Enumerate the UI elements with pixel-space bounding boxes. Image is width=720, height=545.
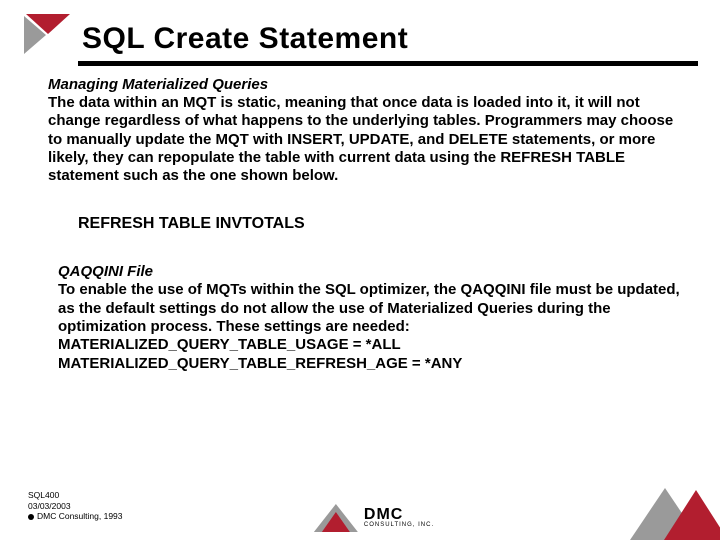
corner-bottom-right-icon [600, 470, 720, 540]
corner-logo-icon [18, 10, 78, 58]
slide-body: Managing Materialized Queries The data w… [0, 66, 720, 373]
logo-text-wrap: DMC CONSULTING, INC. [364, 506, 434, 528]
section2-heading: QAQQINI File [58, 263, 680, 280]
logo-sub: CONSULTING, INC. [364, 522, 434, 528]
section2: QAQQINI File To enable the use of MQTs w… [48, 263, 690, 372]
section1-paragraph: The data within an MQT is static, meanin… [48, 94, 690, 185]
page-title: SQL Create Statement [82, 22, 408, 58]
footer-copyright: DMC Consulting, 1993 [37, 511, 123, 522]
setting-line-2: MATERIALIZED_QUERY_TABLE_REFRESH_AGE = *… [58, 355, 680, 373]
code-statement: REFRESH TABLE INVTOTALS [78, 215, 690, 233]
title-row: SQL Create Statement [0, 10, 720, 58]
setting-line-1: MATERIALIZED_QUERY_TABLE_USAGE = *ALL [58, 336, 680, 354]
slide-header: SQL Create Statement [0, 0, 720, 66]
footer-logo: DMC CONSULTING, INC. [314, 502, 434, 532]
section1-heading: Managing Materialized Queries [48, 76, 690, 93]
title-underline [78, 61, 698, 66]
section2-paragraph: To enable the use of MQTs within the SQL… [58, 281, 680, 336]
bullet-icon [28, 514, 34, 520]
logo-triangle-icon [314, 502, 358, 532]
